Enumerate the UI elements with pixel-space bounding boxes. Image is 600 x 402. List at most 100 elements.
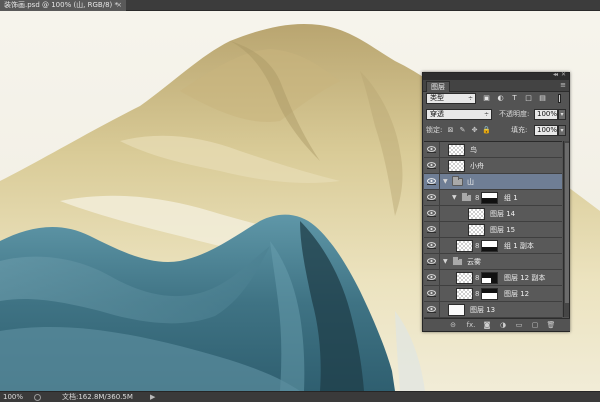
layer-thumbnail: [456, 288, 473, 300]
lock-image-icon[interactable]: ✎: [458, 125, 467, 136]
layer-name: 图层 12 副本: [504, 274, 546, 282]
layer-thumbnail: [456, 240, 473, 252]
layer-filter-row: 类型 ÷ ▣ ◐ T □ ▤: [426, 93, 567, 105]
layer-row-layer-12[interactable]: 8 图层 12: [424, 286, 562, 302]
status-bar: 100% 文档:162.8M/360.5M ▶: [0, 391, 600, 402]
trash-icon[interactable]: 🗑: [546, 320, 556, 330]
eye-icon[interactable]: [427, 226, 436, 233]
expand-triangle-icon[interactable]: ▼: [443, 177, 448, 187]
layer-name: 图层 15: [490, 226, 516, 234]
layer-name: 组 1 副本: [504, 242, 534, 250]
mask-white-area: [482, 193, 497, 198]
blend-mode-value: 穿透: [430, 110, 444, 118]
chain-link-icon[interactable]: 8: [475, 193, 479, 203]
lock-transparent-icon[interactable]: ⊠: [446, 125, 455, 136]
layer-thumbnail: [448, 160, 465, 172]
mask-icon[interactable]: ◙: [482, 320, 492, 330]
layer-row-layer-12-copy[interactable]: 8 图层 12 副本: [424, 270, 562, 286]
shape-filter-icon[interactable]: □: [524, 94, 533, 103]
layer-thumbnail: [448, 144, 465, 156]
layer-name: 山: [467, 178, 474, 186]
eye-icon[interactable]: [427, 178, 436, 185]
chain-link-icon[interactable]: 8: [475, 273, 479, 283]
chain-link-icon[interactable]: 8: [475, 241, 479, 251]
layer-row-mountain-group[interactable]: ▼ 山: [424, 174, 562, 190]
document-tab-bar: 装饰画.psd @ 100% (山, RGB/8) * ×: [0, 0, 600, 11]
document-tab-title: 装饰画.psd @ 100% (山, RGB/8) *: [4, 1, 118, 9]
folder-icon[interactable]: ▭: [514, 320, 524, 330]
adjustment-icon[interactable]: ◑: [498, 320, 508, 330]
lock-row: 锁定: ⊠ ✎ ✥ 🔒 填充: 100% ▾: [426, 125, 567, 137]
layer-name: 小舟: [470, 162, 484, 170]
folder-icon: [461, 192, 472, 202]
toggle-knob: [558, 94, 561, 103]
eye-icon[interactable]: [427, 146, 436, 153]
fill-input[interactable]: 100%: [534, 125, 558, 136]
lock-position-icon[interactable]: ✥: [470, 125, 479, 136]
filter-kind-value: 类型: [430, 94, 444, 102]
mask-white-area: [482, 241, 497, 247]
lock-label: 锁定:: [426, 126, 443, 134]
fx-icon[interactable]: fx.: [466, 320, 476, 330]
expand-triangle-icon[interactable]: ▼: [443, 257, 448, 267]
layer-mask-thumbnail: [481, 272, 498, 284]
eye-icon[interactable]: [427, 162, 436, 169]
blend-mode-select[interactable]: 穿透 ÷: [426, 109, 492, 120]
collapse-icon[interactable]: ◂◂: [553, 71, 558, 78]
zoom-level[interactable]: 100%: [3, 392, 23, 402]
status-menu-arrow-icon[interactable]: ▶: [150, 392, 155, 402]
layer-row-bird[interactable]: 鸟: [424, 142, 562, 158]
panel-tab-bar: 图层 ≡: [423, 80, 569, 92]
opacity-input[interactable]: 100%: [534, 109, 558, 120]
eye-icon[interactable]: [427, 258, 436, 265]
close-icon[interactable]: ✕: [561, 71, 566, 78]
blend-row: 穿透 ÷ 不透明度: 100% ▾: [426, 109, 567, 121]
expand-triangle-icon[interactable]: ▼: [452, 193, 457, 203]
eye-icon[interactable]: [427, 306, 436, 313]
chain-link-icon[interactable]: 8: [475, 289, 479, 299]
opacity-slider-arrow-icon[interactable]: ▾: [558, 109, 566, 120]
lock-all-icon[interactable]: 🔒: [482, 125, 491, 136]
smart-object-filter-icon[interactable]: ▤: [538, 94, 547, 103]
layers-scrollbar[interactable]: [563, 141, 569, 317]
filter-toggle-switch[interactable]: [554, 93, 566, 104]
visibility-column-divider: [439, 286, 440, 302]
visibility-column-divider: [439, 190, 440, 206]
panel-footer: ⊝ fx. ◙ ◑ ▭ ▢ 🗑: [424, 318, 570, 331]
close-icon[interactable]: ×: [116, 0, 122, 11]
layer-mask-thumbnail: [481, 288, 498, 300]
layer-thumbnail: [468, 224, 485, 236]
fill-slider-arrow-icon[interactable]: ▾: [558, 125, 566, 136]
visibility-column-divider: [439, 158, 440, 174]
tab-layers[interactable]: 图层: [426, 81, 450, 92]
panel-title-bar[interactable]: ◂◂ ✕: [423, 71, 569, 80]
layer-row-group-1-copy[interactable]: 8 组 1 副本: [424, 238, 562, 254]
layer-row-group-1[interactable]: ▼ 8 组 1: [424, 190, 562, 206]
eye-icon[interactable]: [427, 194, 436, 201]
visibility-column-divider: [439, 142, 440, 158]
document-tab[interactable]: 装饰画.psd @ 100% (山, RGB/8) * ×: [0, 0, 126, 11]
layer-row-mist-group[interactable]: ▼ 云雾: [424, 254, 562, 270]
filter-kind-select[interactable]: 类型 ÷: [426, 93, 476, 104]
layer-row-boat[interactable]: 小舟: [424, 158, 562, 174]
layer-row-layer-15[interactable]: 图层 15: [424, 222, 562, 238]
layer-row-layer-14[interactable]: 图层 14: [424, 206, 562, 222]
eye-icon[interactable]: [427, 210, 436, 217]
type-filter-icon[interactable]: T: [510, 94, 519, 103]
layer-row-layer-13[interactable]: 图层 13: [424, 302, 562, 318]
mask-white-area: [482, 293, 497, 299]
layer-mask-thumbnail: [481, 192, 498, 204]
panel-menu-icon[interactable]: ≡: [560, 81, 566, 89]
scrollbar-thumb[interactable]: [565, 143, 569, 303]
eye-icon[interactable]: [427, 242, 436, 249]
visibility-column-divider: [439, 270, 440, 286]
layer-name: 云雾: [467, 258, 481, 266]
adjustment-filter-icon[interactable]: ◐: [496, 94, 505, 103]
eye-icon[interactable]: [427, 290, 436, 297]
chevron-down-icon: ÷: [467, 95, 473, 102]
new-layer-icon[interactable]: ▢: [530, 320, 540, 330]
link-icon[interactable]: ⊝: [448, 320, 458, 330]
visibility-column-divider: [439, 206, 440, 222]
eye-icon[interactable]: [427, 274, 436, 281]
image-filter-icon[interactable]: ▣: [482, 94, 491, 103]
